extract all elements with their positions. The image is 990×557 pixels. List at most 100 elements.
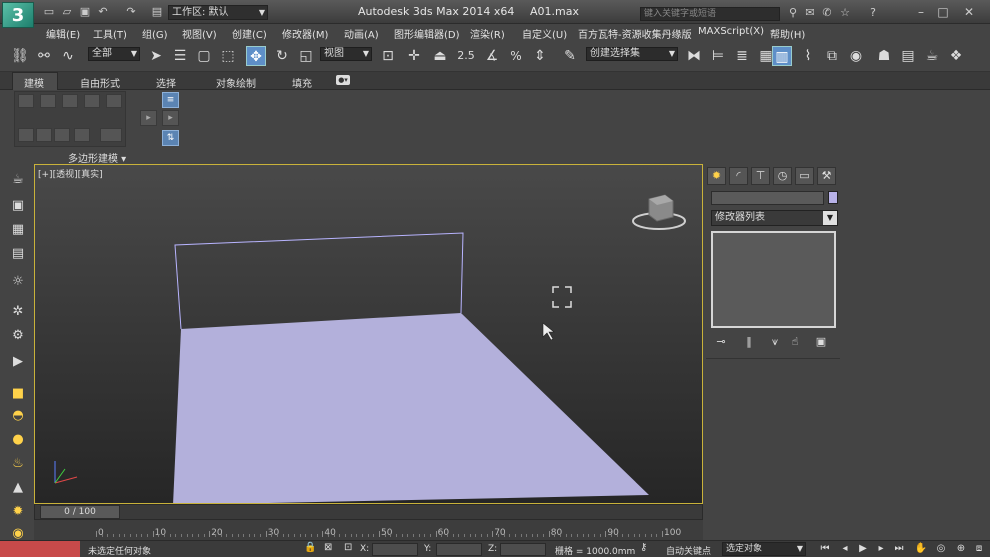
menu-modifiers[interactable]: 修改器(M)	[282, 26, 328, 41]
menu-plugin[interactable]: 百方瓦特-资源收集丹缘版	[578, 26, 692, 41]
selection-filter-select[interactable]: 全部 ▼	[88, 47, 140, 61]
hierarchy-tab-icon[interactable]: ⊤	[751, 167, 770, 185]
link-icon[interactable]: ⛓	[10, 46, 30, 66]
sun-icon[interactable]: ✹	[8, 502, 28, 522]
key-icon[interactable]: ⚷	[640, 542, 647, 553]
grid-icon[interactable]: ▤	[8, 244, 28, 264]
modify-tab-icon[interactable]: ◜	[729, 167, 748, 185]
viewport-label[interactable]: [+][透视][真实]	[38, 167, 103, 180]
menu-views[interactable]: 视图(V)	[182, 26, 217, 41]
percent-snap-icon[interactable]: %	[506, 46, 526, 66]
time-slider-track[interactable]	[34, 504, 703, 520]
display-tab-icon[interactable]: ▭	[795, 167, 814, 185]
edit-named-selection-icon[interactable]: ✎	[560, 46, 580, 66]
render-production-icon[interactable]: ☕	[922, 46, 942, 66]
undo-icon[interactable]: ↶	[96, 5, 110, 19]
render-icon[interactable]: ▣	[8, 196, 28, 216]
make-unique-icon[interactable]: ⩛	[766, 334, 784, 350]
orbit-icon[interactable]: ◎	[934, 543, 948, 555]
select-by-name-icon[interactable]: ☰	[170, 46, 190, 66]
sphere-icon[interactable]: ●	[8, 430, 28, 450]
window-crossing-icon[interactable]: ⬚	[218, 46, 238, 66]
ribbon-group-label[interactable]: 多边形建模 ▾	[68, 150, 126, 165]
isolate-icon[interactable]: ⊠	[324, 542, 332, 553]
curve-editor-icon[interactable]: ⌇	[798, 46, 818, 66]
keyboard-shortcut-icon[interactable]: ⏏	[430, 46, 450, 66]
zoom-icon[interactable]: ⊕	[954, 543, 968, 555]
render-setup-icon[interactable]: ☗	[874, 46, 894, 66]
utilities-tab-icon[interactable]: ⚒	[817, 167, 836, 185]
perspective-viewport[interactable]	[34, 164, 703, 504]
material-editor-icon[interactable]: ◉	[846, 46, 866, 66]
communication-center-icon[interactable]: ✆	[820, 6, 834, 20]
play-icon[interactable]: ▶	[856, 543, 870, 555]
maxscript-listener[interactable]	[0, 541, 80, 557]
absolute-mode-icon[interactable]: ⊡	[344, 542, 352, 553]
camera-icon[interactable]: ⚙	[8, 326, 28, 346]
teapot-primitive-icon[interactable]: ♨	[8, 454, 28, 474]
modifier-stack[interactable]	[711, 231, 836, 328]
scale-tool-icon[interactable]: ◱	[296, 46, 316, 66]
rotate-tool-icon[interactable]: ↻	[272, 46, 292, 66]
ribbon-side-toggle-2-icon[interactable]: ▸	[140, 110, 157, 126]
go-to-end-icon[interactable]: ⏭	[892, 543, 906, 555]
rendered-frame-icon[interactable]: ▤	[898, 46, 918, 66]
ribbon-tool-2-icon[interactable]	[36, 128, 52, 142]
menu-group[interactable]: 组(G)	[142, 26, 168, 41]
move-tool-icon[interactable]: ✥	[246, 46, 266, 66]
hemisphere-icon[interactable]: ◓	[8, 406, 28, 426]
mirror-icon[interactable]: ⧓	[684, 46, 704, 66]
layer-manager-icon[interactable]: ≣	[732, 46, 752, 66]
favorites-icon[interactable]: ☆	[838, 6, 852, 20]
menu-help[interactable]: 帮助(H)	[770, 26, 805, 41]
ribbon-side-toggle-1-icon[interactable]: ≡	[162, 92, 179, 108]
ribbon-tab-freeform[interactable]: 自由形式	[80, 75, 120, 90]
light-bulb-icon[interactable]: ☼	[8, 272, 28, 292]
modifier-list-select[interactable]: 修改器列表 ▼	[711, 210, 838, 226]
go-to-start-icon[interactable]: ⏮	[818, 543, 832, 555]
key-filter-select[interactable]: 选定对象 ▼	[722, 542, 806, 556]
z-coord-field[interactable]	[500, 543, 546, 556]
pivot-center-icon[interactable]: ⊡	[378, 46, 398, 66]
particle-icon[interactable]: ✲	[8, 302, 28, 322]
minimize-button[interactable]: –	[912, 4, 930, 20]
y-coord-field[interactable]	[436, 543, 482, 556]
ribbon-side-toggle-3-icon[interactable]: ▸	[162, 110, 179, 126]
select-manipulate-icon[interactable]: ✛	[404, 46, 424, 66]
app-logo-button[interactable]: 3	[2, 2, 34, 28]
menu-edit[interactable]: 编辑(E)	[46, 26, 80, 41]
render-iterative-icon[interactable]: ❖	[946, 46, 966, 66]
polygon-subobject-icon[interactable]	[84, 94, 100, 108]
previous-frame-icon[interactable]: ◂	[838, 543, 852, 555]
ribbon-tool-5-icon[interactable]	[100, 128, 122, 142]
open-file-icon[interactable]: ▱	[60, 5, 74, 19]
help-icon[interactable]: ?	[866, 6, 880, 20]
redo-icon[interactable]: ↷	[124, 5, 138, 19]
menu-animation[interactable]: 动画(A)	[344, 26, 379, 41]
pin-stack-icon[interactable]: ⊸	[712, 334, 730, 350]
menu-tools[interactable]: 工具(T)	[93, 26, 127, 41]
track-bar[interactable]	[34, 520, 703, 540]
angle-snap-icon[interactable]: ∡	[482, 46, 502, 66]
x-coord-field[interactable]	[372, 543, 418, 556]
create-tab-icon[interactable]: ✹	[707, 167, 726, 185]
bind-space-warp-icon[interactable]: ∿	[58, 46, 78, 66]
maximize-viewport-icon[interactable]: ⧈	[972, 543, 986, 555]
ribbon-tab-modeling[interactable]: 建模	[24, 75, 44, 90]
viewcube-icon[interactable]	[632, 194, 686, 230]
menu-rendering[interactable]: 渲染(R)	[470, 26, 505, 41]
menu-customize[interactable]: 自定义(U)	[522, 26, 567, 41]
hold-icon[interactable]: ▤	[150, 5, 164, 19]
maximize-button[interactable]: □	[934, 4, 952, 20]
spinner-snap-icon[interactable]: ⇕	[530, 46, 550, 66]
ribbon-side-toggle-4-icon[interactable]: ⇅	[162, 130, 179, 146]
remove-modifier-icon[interactable]: ☝	[786, 334, 804, 350]
show-end-result-icon[interactable]: ‖	[740, 334, 758, 350]
ribbon-tool-1-icon[interactable]	[18, 128, 34, 142]
calculator-icon[interactable]: ▦	[8, 220, 28, 240]
next-frame-icon[interactable]: ▸	[874, 543, 888, 555]
close-button[interactable]: ✕	[960, 4, 978, 20]
align-icon[interactable]: ⊨	[708, 46, 728, 66]
teapot-icon[interactable]: ☕	[8, 170, 28, 190]
reference-coord-select[interactable]: 视图 ▼	[320, 47, 372, 61]
